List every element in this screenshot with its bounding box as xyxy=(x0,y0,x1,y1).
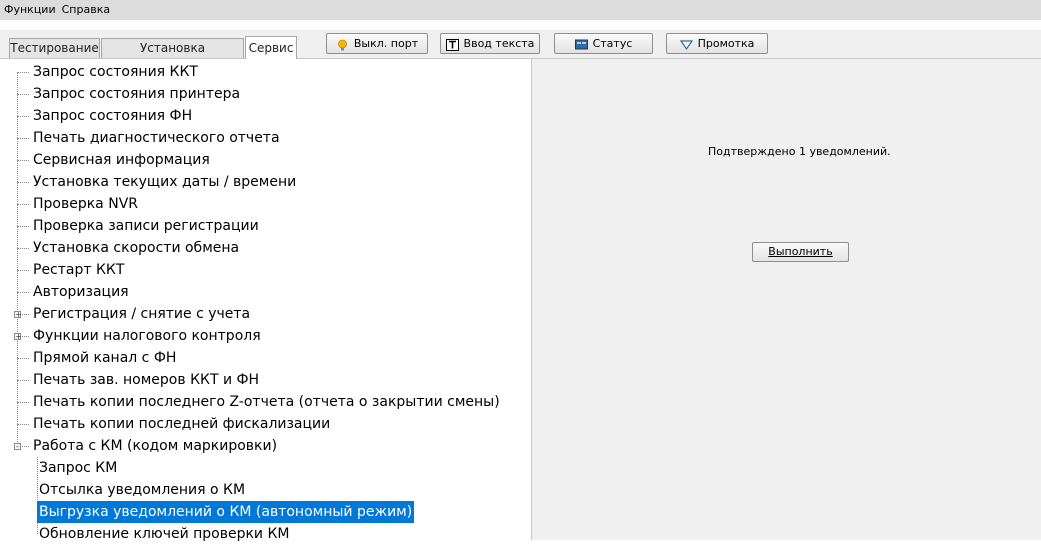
service-tree: Запрос состояния ККТ Запрос состояния при… xyxy=(0,59,532,542)
tree-connector xyxy=(17,72,29,73)
tree-item[interactable]: Запрос состояния ККТ xyxy=(31,61,200,83)
tree-connector xyxy=(17,292,29,293)
tree-connector xyxy=(17,248,29,249)
tab-parameters[interactable]: Установка параметров xyxy=(101,38,244,74)
tree-child-item[interactable]: Выгрузка уведомлений о КМ (автономный ре… xyxy=(37,501,415,523)
tree-connector xyxy=(17,380,29,381)
text-t-icon xyxy=(445,38,459,51)
tree-item[interactable]: Печать зав. номеров ККТ и ФН xyxy=(31,369,261,391)
tree-connector xyxy=(17,402,29,403)
scroll-paper-label: Промотка xyxy=(697,37,755,50)
monitor-icon xyxy=(574,38,588,50)
port-off-label: Выкл. порт xyxy=(353,37,419,50)
execute-button[interactable]: Выполнить xyxy=(752,242,849,262)
tree-connector xyxy=(17,182,29,183)
tree-item[interactable]: Рестарт ККТ xyxy=(31,259,126,281)
bulb-icon xyxy=(336,38,349,50)
tree-item[interactable]: Проверка записи регистрации xyxy=(31,215,261,237)
toolbar: Тестирование Установка параметров Сервис… xyxy=(0,30,1041,74)
status-button[interactable]: Статус xyxy=(554,33,653,54)
scroll-paper-button[interactable]: Промотка xyxy=(666,33,768,54)
tree-child-item[interactable]: Отсылка уведомления о КМ xyxy=(37,479,247,501)
tree-item[interactable]: Авторизация xyxy=(31,281,131,303)
tree-item[interactable]: Проверка NVR xyxy=(31,193,140,215)
expand-icon[interactable]: + xyxy=(14,311,22,319)
tree-item[interactable]: Запрос состояния принтера xyxy=(31,83,242,105)
tree-item[interactable]: Работа с КМ (кодом маркировки) xyxy=(31,435,279,457)
collapse-icon[interactable]: - xyxy=(14,443,21,451)
tree-connector xyxy=(17,94,29,95)
tree-connector xyxy=(17,358,29,359)
menu-functions[interactable]: Функции xyxy=(0,3,58,16)
tree-item[interactable]: Сервисная информация xyxy=(31,149,212,171)
status-label: Статус xyxy=(592,37,633,50)
status-message: Подтверждено 1 уведомлений. xyxy=(708,145,891,158)
menu-help[interactable]: Справка xyxy=(58,3,112,16)
tree-item[interactable]: Установка текущих даты / времени xyxy=(31,171,298,193)
port-off-button[interactable]: Выкл. порт xyxy=(326,33,428,54)
tree-item[interactable]: Прямой канал с ФН xyxy=(31,347,178,369)
tree-item[interactable]: Регистрация / снятие с учета xyxy=(31,303,252,325)
tree-item[interactable]: Печать копии последней фискализации xyxy=(31,413,332,435)
text-input-label: Ввод текста xyxy=(463,37,535,50)
tree-connector xyxy=(17,116,29,117)
action-panel: Подтверждено 1 уведомлений. Выполнить xyxy=(532,59,1041,540)
tree-item[interactable]: Печать копии последнего Z-отчета (отчета… xyxy=(31,391,502,413)
text-input-button[interactable]: Ввод текста xyxy=(440,33,540,54)
tree-connector xyxy=(17,226,29,227)
tab-testing[interactable]: Тестирование xyxy=(9,38,100,58)
tree-child-item[interactable]: Запрос КМ xyxy=(37,457,119,479)
tree-connector xyxy=(17,204,29,205)
tree-item[interactable]: Печать диагностического отчета xyxy=(31,127,282,149)
menu-bar: Функции Справка xyxy=(0,0,1041,20)
tree-connector xyxy=(17,270,29,271)
tree-connector xyxy=(17,138,29,139)
expand-icon[interactable]: + xyxy=(14,333,22,341)
tree-item[interactable]: Запрос состояния ФН xyxy=(31,105,194,127)
tree-root-line xyxy=(17,72,18,446)
tab-service[interactable]: Сервис xyxy=(245,36,297,59)
tree-item[interactable]: Функции налогового контроля xyxy=(31,325,263,347)
tree-item[interactable]: Установка скорости обмена xyxy=(31,237,241,259)
triangle-down-icon xyxy=(679,38,693,50)
tree-connector xyxy=(17,424,29,425)
tree-connector xyxy=(17,160,29,161)
tree-child-item[interactable]: Обновление ключей проверки КМ xyxy=(37,523,292,545)
